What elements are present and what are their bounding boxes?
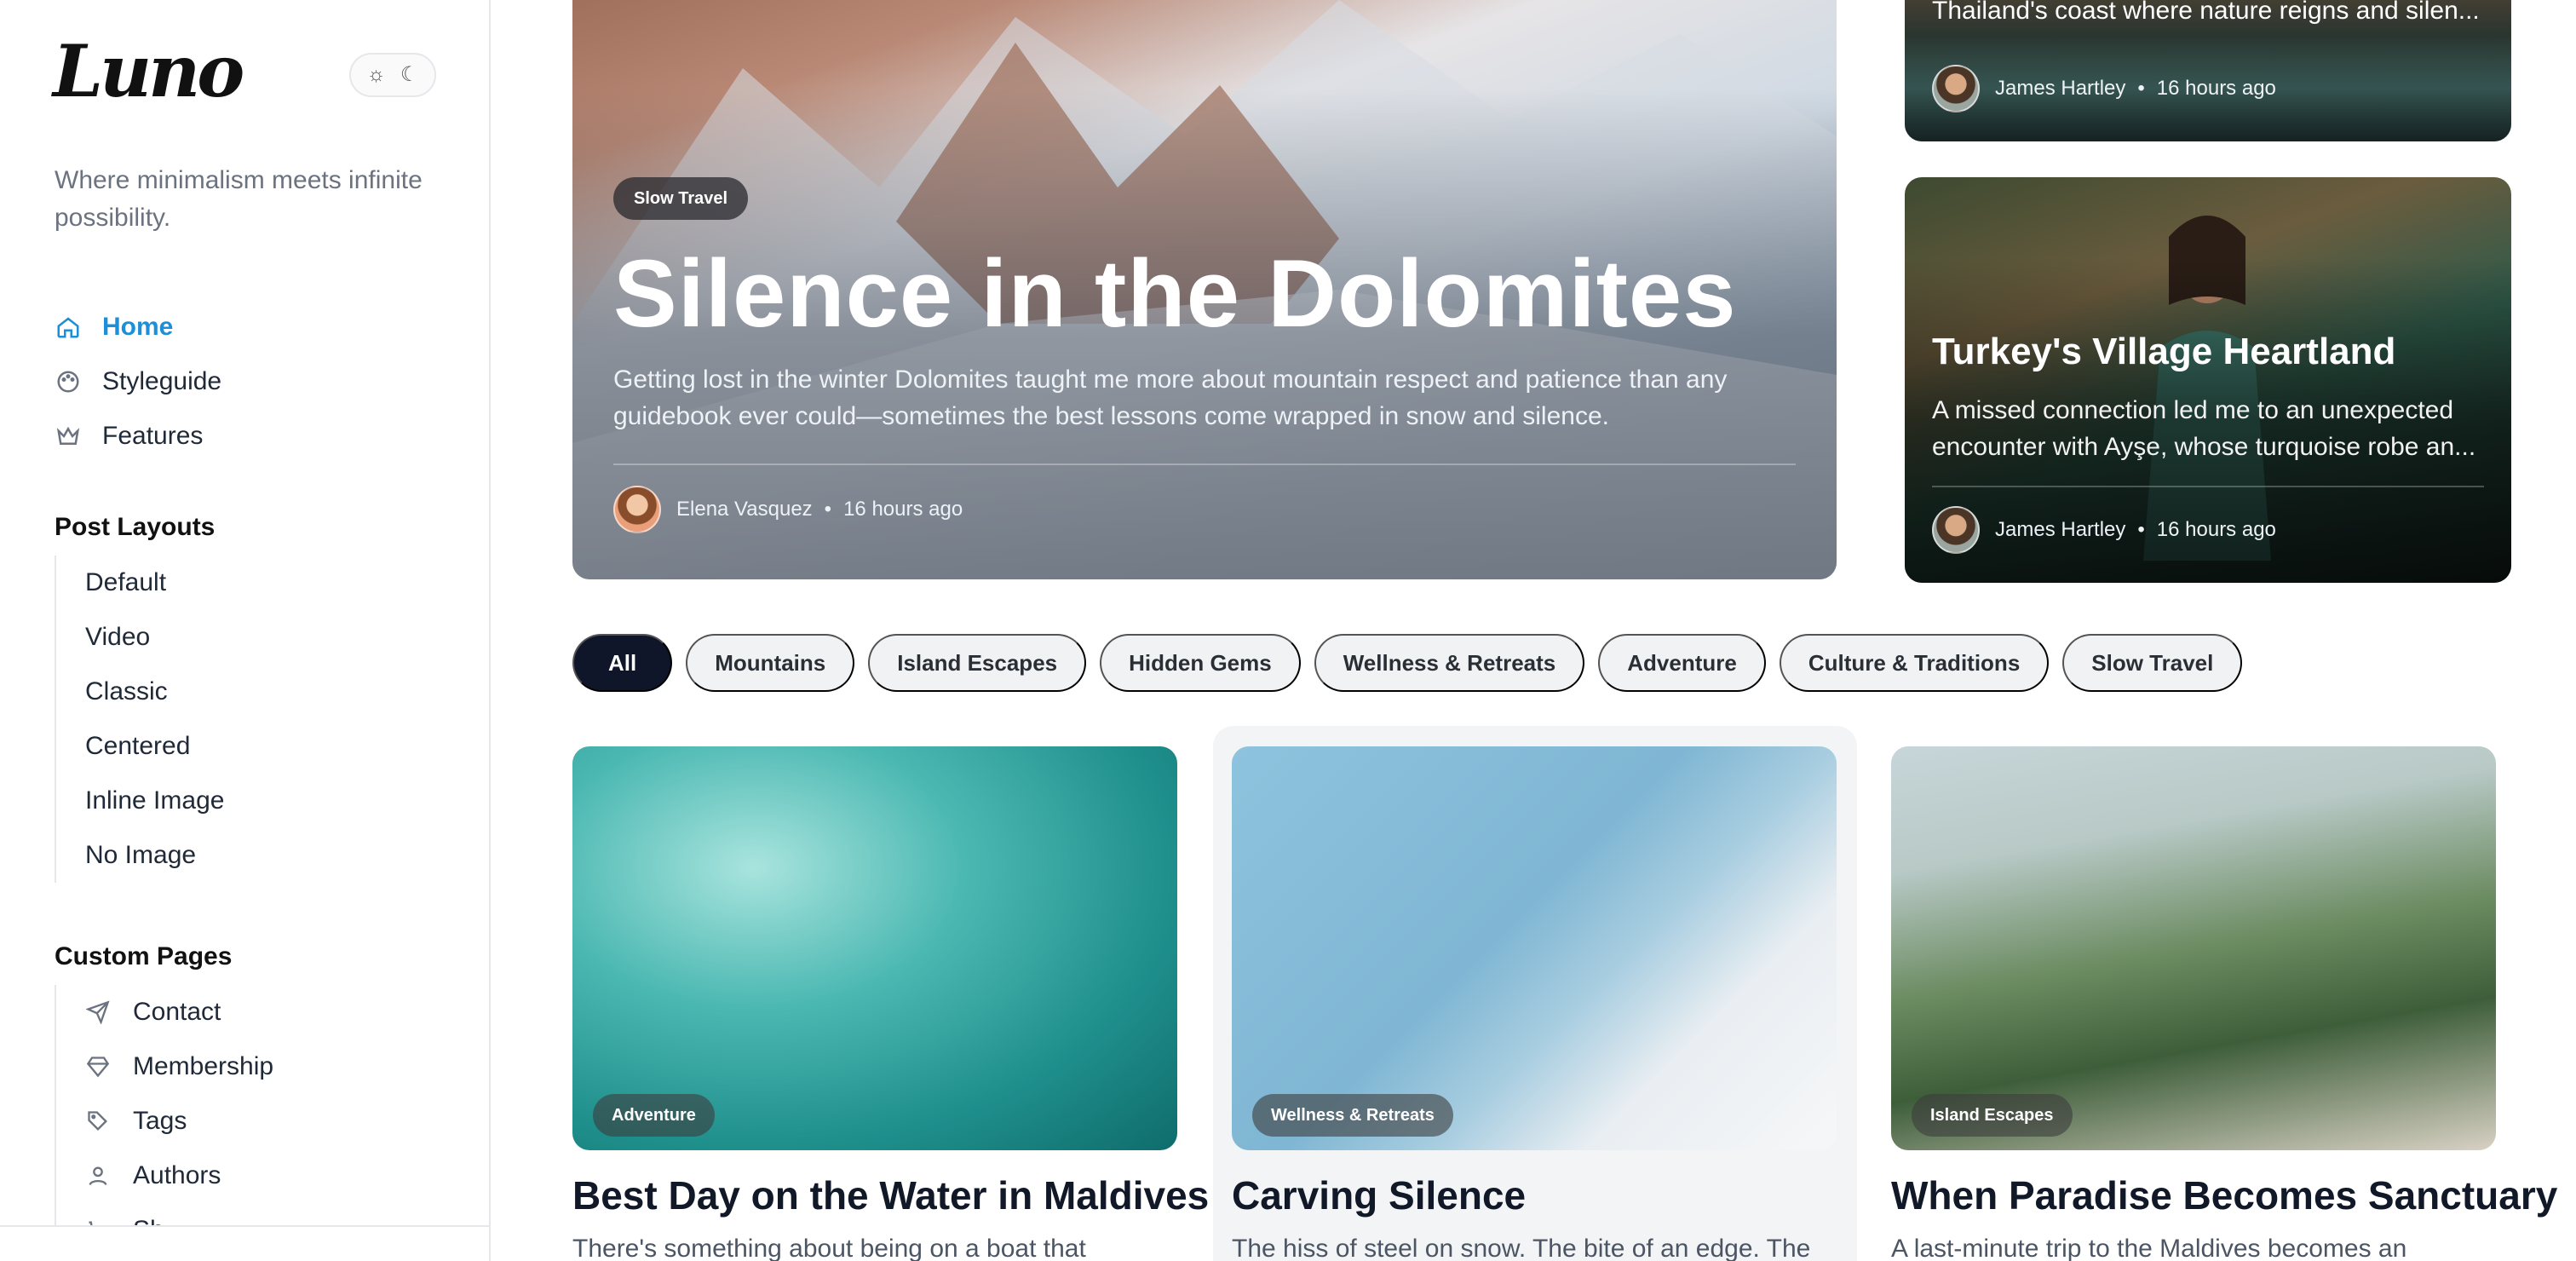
nav-item-features[interactable]: Features [55, 409, 221, 464]
card-meta: James Hartley • 16 hours ago [1932, 506, 2276, 554]
post-image[interactable]: Wellness & Retreats [1232, 746, 1837, 1150]
meta-separator: • [2137, 518, 2145, 541]
nav-item-home[interactable]: Home [55, 300, 221, 354]
filter-pill-hidden-gems[interactable]: Hidden Gems [1100, 634, 1301, 692]
palette-icon [55, 368, 82, 395]
nav-label: Features [102, 422, 204, 450]
site-logo[interactable]: Luno [53, 36, 244, 107]
post-tag-badge[interactable]: Wellness & Retreats [1252, 1094, 1453, 1137]
hero-meta: Elena Vasquez • 16 hours ago [613, 486, 963, 533]
author-name[interactable]: Elena Vasquez [676, 498, 813, 521]
page-item-label: Tags [133, 1107, 187, 1135]
nav-item-styleguide[interactable]: Styleguide [55, 354, 221, 409]
nav-label: Home [102, 313, 174, 341]
custom-pages-list: Contact Membership Tags Authors Sh... [55, 985, 273, 1258]
layout-item-classic[interactable]: Classic [85, 665, 224, 719]
filter-pill-wellness-retreats[interactable]: Wellness & Retreats [1314, 634, 1585, 692]
send-icon [85, 999, 111, 1025]
filter-pill-mountains[interactable]: Mountains [686, 634, 855, 692]
post-title[interactable]: Best Day on the Water in Maldives [572, 1172, 1209, 1218]
filter-pill-all[interactable]: All [572, 634, 673, 692]
post-title[interactable]: When Paradise Becomes Sanctuary [1891, 1172, 2557, 1218]
side-post-card-turkey[interactable]: Turkey's Village Heartland A missed conn… [1905, 177, 2511, 583]
tag-icon [85, 1108, 111, 1134]
post-card-maldives[interactable]: Adventure Best Day on the Water in Maldi… [572, 746, 1209, 1261]
post-time: 16 hours ago [2156, 518, 2276, 541]
crown-icon [55, 423, 82, 450]
post-tag-badge[interactable]: Adventure [593, 1094, 715, 1137]
hero-title[interactable]: Silence in the Dolomites [613, 239, 1737, 348]
author-name[interactable]: James Hartley [1995, 518, 2125, 542]
post-excerpt: A last-minute trip to the Maldives becom… [1891, 1235, 2407, 1261]
page-item-contact[interactable]: Contact [85, 985, 273, 1039]
social-footer [0, 1225, 489, 1261]
hero-post-card[interactable]: Slow Travel Silence in the Dolomites Get… [572, 0, 1837, 579]
filter-pill-island-escapes[interactable]: Island Escapes [868, 634, 1087, 692]
layout-item-centered[interactable]: Centered [85, 719, 224, 774]
layout-item-no-image[interactable]: No Image [85, 828, 224, 883]
layout-item-default[interactable]: Default [85, 556, 224, 610]
hero-tag-badge[interactable]: Slow Travel [613, 177, 749, 220]
author-avatar[interactable] [1932, 65, 1980, 112]
card-title[interactable]: Turkey's Village Heartland [1932, 331, 2395, 373]
page-item-membership[interactable]: Membership [85, 1039, 273, 1094]
post-excerpt: The hiss of steel on snow. The bite of a… [1232, 1235, 1811, 1261]
layout-item-video[interactable]: Video [85, 610, 224, 665]
theme-toggle[interactable]: ☼ ☾ [349, 53, 436, 97]
filter-pill-slow-travel[interactable]: Slow Travel [2062, 634, 2243, 692]
meta-separator: • [824, 498, 832, 521]
category-filter-bar: All Mountains Island Escapes Hidden Gems… [572, 634, 2243, 692]
page-item-label: Contact [133, 998, 221, 1026]
post-layouts-list: Default Video Classic Centered Inline Im… [55, 556, 224, 883]
hero-divider [613, 464, 1796, 465]
card-excerpt: A missed connection led me to an unexpec… [1932, 396, 2476, 461]
filter-pill-adventure[interactable]: Adventure [1598, 634, 1766, 692]
card-meta: James Hartley • 16 hours ago [1932, 65, 2276, 112]
author-avatar[interactable] [1932, 506, 1980, 554]
custom-pages-title: Custom Pages [55, 942, 233, 970]
page-item-label: Authors [133, 1161, 221, 1189]
post-image[interactable]: Island Escapes [1891, 746, 2496, 1150]
post-title[interactable]: Carving Silence [1232, 1172, 1837, 1218]
moon-icon[interactable]: ☾ [400, 65, 419, 85]
page-item-label: Membership [133, 1052, 274, 1080]
user-icon [85, 1163, 111, 1189]
author-name[interactable]: James Hartley [1995, 77, 2125, 101]
card-divider [1932, 486, 2484, 487]
main-nav: Home Styleguide Features [55, 300, 221, 464]
page-item-tags[interactable]: Tags [85, 1094, 273, 1149]
diamond-icon [85, 1054, 111, 1080]
side-post-card-thailand[interactable]: Thailand's coast where nature reigns and… [1905, 0, 2511, 141]
site-tagline: Where minimalism meets infinite possibil… [55, 166, 423, 232]
hero-excerpt: Getting lost in the winter Dolomites tau… [613, 366, 1728, 430]
post-time: 16 hours ago [843, 498, 963, 521]
post-excerpt: There's something about being on a boat … [572, 1235, 1086, 1261]
filter-pill-culture-traditions[interactable]: Culture & Traditions [1779, 634, 2050, 692]
post-card-paradise-sanctuary[interactable]: Island Escapes When Paradise Becomes San… [1891, 746, 2557, 1261]
layout-item-inline-image[interactable]: Inline Image [85, 774, 224, 828]
author-avatar[interactable] [613, 486, 661, 533]
post-tag-badge[interactable]: Island Escapes [1912, 1094, 2073, 1137]
post-card-carving-silence[interactable]: Wellness & Retreats Carving Silence The … [1232, 746, 1837, 1261]
nav-label: Styleguide [102, 367, 222, 395]
home-icon [55, 314, 82, 341]
post-layouts-title: Post Layouts [55, 513, 216, 541]
card-excerpt: Thailand's coast where nature reigns and… [1932, 0, 2480, 25]
sun-icon[interactable]: ☼ [367, 65, 386, 85]
meta-separator: • [2137, 77, 2145, 100]
sidebar: Luno ☼ ☾ Where minimalism meets infinite… [0, 0, 491, 1261]
post-time: 16 hours ago [2156, 77, 2276, 100]
page-item-authors[interactable]: Authors [85, 1149, 273, 1203]
post-image[interactable]: Adventure [572, 746, 1177, 1150]
